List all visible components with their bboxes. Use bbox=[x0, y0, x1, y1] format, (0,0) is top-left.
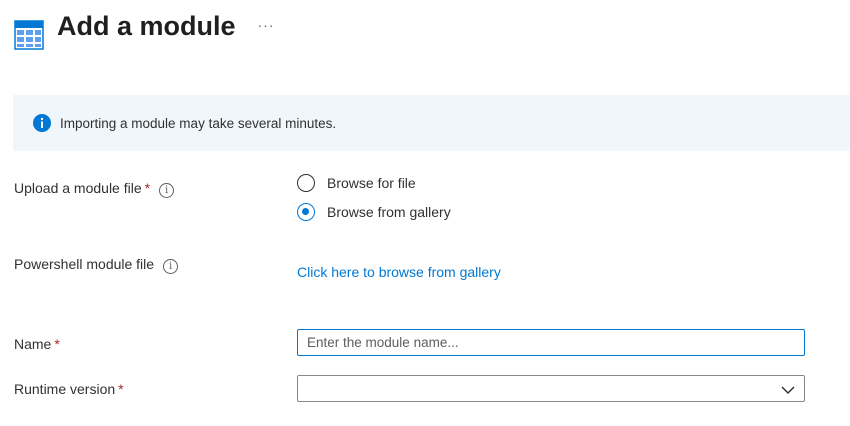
required-asterisk: * bbox=[144, 180, 151, 196]
info-tooltip-icon[interactable]: i bbox=[163, 259, 179, 274]
powershell-module-label-text: Powershell module file bbox=[14, 256, 155, 272]
page-header: Add a module ··· bbox=[0, 0, 850, 60]
info-tooltip-icon[interactable]: i bbox=[159, 183, 175, 198]
radio-dot bbox=[302, 208, 309, 215]
radio-label: Browse for file bbox=[327, 175, 416, 191]
radio-unselected-icon[interactable] bbox=[297, 174, 315, 192]
runtime-version-label-text: Runtime version bbox=[14, 381, 116, 397]
info-message-bar: Importing a module may take several minu… bbox=[13, 95, 850, 151]
info-message: Importing a module may take several minu… bbox=[60, 116, 337, 131]
more-options-button[interactable]: ··· bbox=[255, 14, 277, 36]
upload-module-label: Upload a module file * i bbox=[14, 178, 175, 198]
required-asterisk: * bbox=[118, 381, 124, 397]
browse-gallery-link[interactable]: Click here to browse from gallery bbox=[297, 262, 501, 282]
required-asterisk: * bbox=[54, 336, 60, 352]
info-icon bbox=[33, 114, 51, 132]
module-name-input[interactable] bbox=[297, 329, 805, 356]
upload-module-label-text: Upload a module file bbox=[14, 180, 142, 196]
name-label: Name * bbox=[14, 334, 60, 354]
module-grid-icon bbox=[14, 20, 44, 50]
name-label-text: Name bbox=[14, 336, 52, 352]
runtime-version-label: Runtime version * bbox=[14, 379, 124, 399]
page-title: Add a module bbox=[57, 11, 236, 41]
runtime-version-dropdown[interactable] bbox=[297, 375, 805, 402]
powershell-module-label: Powershell module file i bbox=[14, 254, 179, 274]
chevron-down-icon bbox=[780, 383, 796, 395]
radio-label: Browse from gallery bbox=[327, 204, 451, 220]
radio-selected-icon[interactable] bbox=[297, 203, 315, 221]
